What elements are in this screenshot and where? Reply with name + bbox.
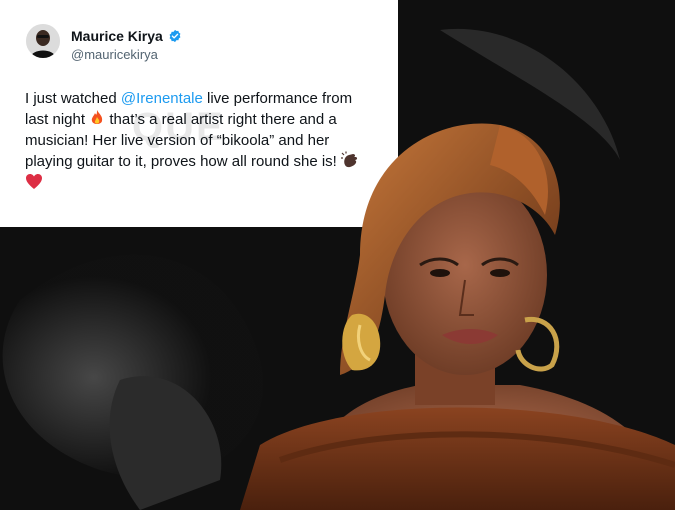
avatar[interactable] (26, 24, 60, 58)
mention-link[interactable]: @Irenentale (121, 90, 203, 107)
tweet-text-part1: I just watched (25, 90, 121, 107)
woman-portrait (240, 123, 675, 510)
author-name[interactable]: Maurice Kirya (71, 28, 163, 44)
fire-emoji (92, 110, 103, 124)
verified-badge-icon (169, 29, 181, 43)
red-heart-emoji (26, 174, 42, 189)
author-handle[interactable]: @mauricekirya (71, 47, 158, 62)
